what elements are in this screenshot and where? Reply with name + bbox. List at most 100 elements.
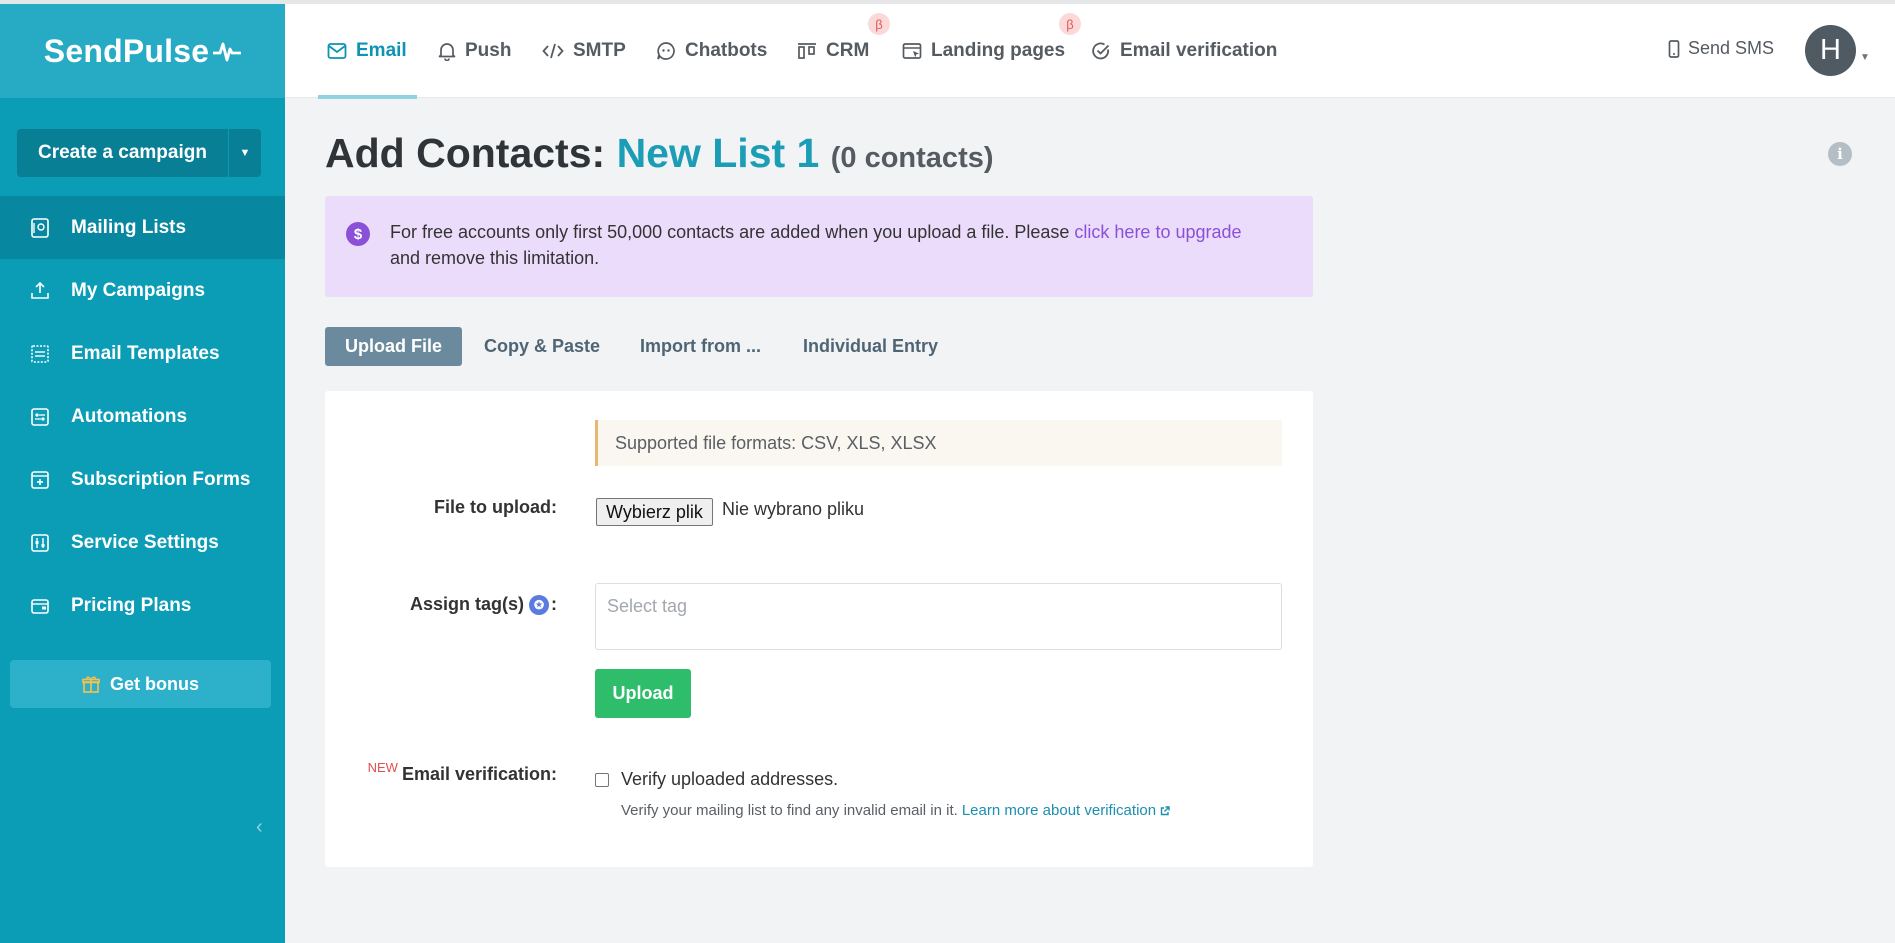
email-verification-label: NEW Email verification: [368, 760, 557, 785]
sidebar-nav: Mailing Lists My Campaigns Email Templat… [0, 196, 285, 637]
email-verification-text: Email verification: [401, 764, 557, 784]
tab-label: SMTP [573, 40, 626, 61]
upload-form-card: Supported file formats: CSV, XLS, XLSX F… [325, 391, 1313, 867]
send-sms-link[interactable]: Send SMS [1668, 38, 1774, 59]
phone-icon [1668, 39, 1680, 58]
sidebar-item-label: My Campaigns [71, 279, 206, 301]
contact-count: (0 contacts) [830, 142, 994, 174]
create-campaign-dropdown-button[interactable]: ▼ [229, 129, 261, 177]
sidebar-item-mailing-lists[interactable]: Mailing Lists [0, 196, 285, 259]
file-to-upload-label: File to upload: [434, 497, 557, 517]
sidebar-item-service-settings[interactable]: Service Settings [0, 511, 285, 574]
tab-upload-file[interactable]: Upload File [325, 327, 463, 366]
info-icon[interactable]: i [1828, 142, 1852, 166]
formats-note: Supported file formats: CSV, XLS, XLSX [595, 420, 1282, 466]
notice-text: For free accounts only first 50,000 cont… [390, 219, 1290, 271]
check-circle-icon [1091, 41, 1111, 61]
get-bonus-button[interactable]: Get bonus [10, 660, 271, 708]
avatar[interactable]: H [1805, 25, 1856, 76]
tag-select-input[interactable]: Select tag [595, 583, 1282, 650]
chatbot-icon [656, 41, 676, 61]
tab-landing-pages[interactable]: Landing pages [902, 4, 1065, 98]
sliders-icon [29, 532, 51, 554]
create-campaign-button[interactable]: Create a campaign [17, 129, 229, 177]
logo[interactable]: SendPulse [0, 4, 285, 98]
tab-copy-paste[interactable]: Copy & Paste [484, 327, 600, 366]
list-name: New List 1 [616, 130, 820, 176]
verify-addresses-option[interactable]: Verify uploaded addresses. [595, 769, 838, 790]
envelope-icon [327, 42, 347, 60]
learn-more-verification-link[interactable]: Learn more about verification [962, 802, 1156, 819]
upload-button[interactable]: Upload [595, 669, 691, 718]
assign-tags-text: Assign tag(s) [409, 594, 524, 614]
caret-down-icon: ▼ [239, 147, 251, 159]
tag-placeholder: Select tag [607, 596, 688, 616]
page-title-prefix: Add Contacts: [325, 130, 606, 176]
sidebar: SendPulse Create a campaign ▼ Mailing Li… [0, 4, 285, 943]
new-badge: NEW [367, 760, 398, 775]
tab-label: CRM [826, 40, 870, 61]
star-badge-icon[interactable]: ✪ [529, 594, 549, 615]
sidebar-item-label: Automations [71, 405, 188, 427]
tab-individual-entry[interactable]: Individual Entry [803, 327, 938, 366]
tab-email[interactable]: Email [318, 4, 417, 99]
tab-label: Landing pages [931, 40, 1066, 61]
create-campaign-group: Create a campaign ▼ [17, 129, 261, 177]
wallet-icon [29, 595, 51, 617]
verify-help-sentence: Verify your mailing list to find any inv… [621, 802, 958, 819]
tab-label: Push [465, 40, 512, 61]
tab-label: Chatbots [685, 40, 768, 61]
pulse-icon [211, 33, 242, 70]
sidebar-item-email-templates[interactable]: Email Templates [0, 322, 285, 385]
sidebar-item-label: Service Settings [71, 531, 219, 553]
sidebar-item-label: Pricing Plans [71, 594, 192, 616]
upgrade-notice: $ For free accounts only first 50,000 co… [325, 196, 1313, 297]
notice-text-before: For free accounts only first 50,000 cont… [390, 222, 1075, 242]
top-nav: Email Push SMTP Chatbots CRM β Landing p… [285, 4, 1895, 99]
beta-badge: β [868, 13, 890, 35]
code-icon [542, 42, 564, 60]
form-icon [29, 469, 51, 491]
tab-label: Email [356, 40, 407, 61]
sidebar-item-automations[interactable]: Automations [0, 385, 285, 448]
logo-text: SendPulse [43, 32, 210, 69]
tab-crm[interactable]: CRM [797, 4, 869, 98]
sidebar-item-label: Email Templates [71, 342, 220, 364]
kanban-icon [797, 42, 817, 60]
verify-addresses-checkbox[interactable] [595, 772, 609, 787]
sidebar-item-subscription-forms[interactable]: Subscription Forms [0, 448, 285, 511]
assign-tags-colon: : [551, 594, 557, 614]
address-book-icon [29, 217, 51, 239]
upload-tray-icon [29, 280, 51, 302]
template-icon [29, 343, 51, 365]
tab-chatbots[interactable]: Chatbots [656, 4, 767, 98]
tab-import-from[interactable]: Import from ... [640, 327, 761, 366]
bell-icon [438, 41, 456, 61]
sidebar-item-pricing-plans[interactable]: Pricing Plans [0, 574, 285, 637]
collapse-sidebar-icon[interactable]: ‹ [256, 816, 263, 839]
verify-help-text: Verify your mailing list to find any inv… [621, 802, 1170, 819]
tab-push[interactable]: Push [438, 4, 511, 98]
get-bonus-label: Get bonus [110, 673, 199, 694]
tab-email-verification[interactable]: Email verification [1091, 4, 1277, 98]
verify-addresses-label: Verify uploaded addresses. [621, 769, 839, 789]
assign-tags-label: Assign tag(s) ✪ : [410, 594, 557, 615]
sidebar-item-label: Subscription Forms [71, 468, 251, 490]
tab-smtp[interactable]: SMTP [542, 4, 626, 98]
gift-icon [82, 675, 100, 693]
dollar-icon: $ [346, 222, 370, 246]
sidebar-item-my-campaigns[interactable]: My Campaigns [0, 259, 285, 322]
tab-label: Email verification [1120, 40, 1278, 61]
landing-icon [902, 42, 922, 60]
upgrade-link[interactable]: click here to upgrade [1074, 222, 1241, 242]
send-sms-label: Send SMS [1688, 38, 1775, 58]
notice-text-after: and remove this limitation. [390, 248, 600, 268]
caret-down-icon[interactable]: ▼ [1860, 52, 1870, 63]
page-title: Add Contacts: New List 1 (0 contacts) [325, 130, 994, 177]
automation-icon [29, 406, 51, 428]
sidebar-item-label: Mailing Lists [71, 216, 187, 238]
no-file-chosen-text: Nie wybrano pliku [722, 499, 865, 519]
choose-file-button[interactable]: Wybierz plik [596, 498, 713, 526]
beta-badge: β [1059, 13, 1081, 35]
external-link-icon [1160, 805, 1170, 816]
